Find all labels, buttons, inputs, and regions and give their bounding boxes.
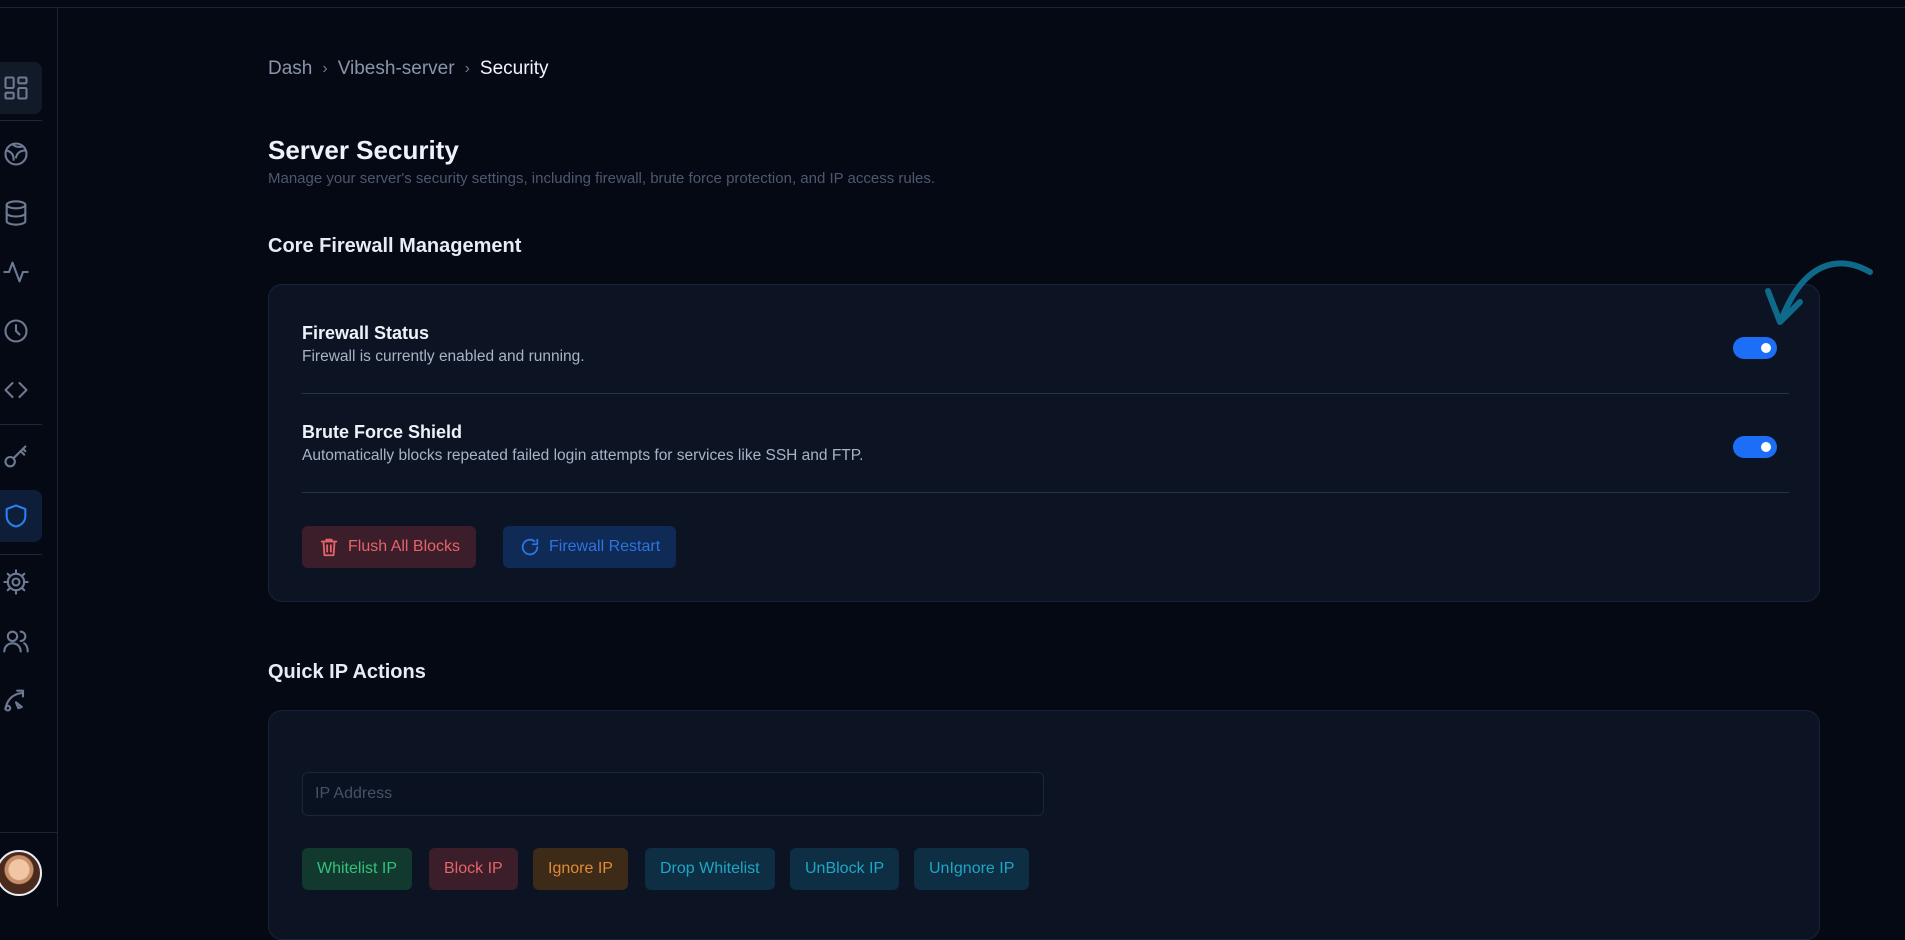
shield-icon [5, 504, 27, 528]
users-icon [3, 630, 29, 653]
chevron-right-icon: › [464, 60, 470, 77]
breadcrumb: Dash › Vibesh-server › Security [268, 58, 549, 80]
activity-icon [3, 261, 29, 283]
breadcrumb-item-server[interactable]: Vibesh-server [338, 58, 455, 80]
page-title: Server Security [268, 135, 459, 165]
flush-all-blocks-label: Flush All Blocks [348, 538, 461, 555]
settings-icon [3, 569, 29, 595]
ip-address-input[interactable] [302, 772, 1044, 816]
breadcrumb-item-dash[interactable]: Dash [268, 58, 312, 80]
deploy-icon [4, 689, 25, 712]
sidebar-item-databases[interactable] [0, 187, 42, 239]
sidebar-footer-divider [0, 832, 58, 833]
clock-icon [4, 319, 28, 343]
drop-whitelist-button[interactable]: Drop Whitelist [645, 848, 775, 890]
page-subtitle: Manage your server's security settings, … [268, 170, 936, 187]
breadcrumb-item-current: Security [479, 58, 549, 79]
row-divider [302, 393, 1789, 394]
sidebar-item-users[interactable] [0, 615, 42, 667]
trash-icon [320, 538, 338, 557]
firewall-status-toggle[interactable] [1733, 337, 1777, 359]
unignore-ip-button[interactable]: UnIgnore IP [914, 848, 1030, 890]
ip-section-title: Quick IP Actions [268, 661, 426, 683]
dashboard-icon [4, 76, 28, 100]
firewall-restart-label: Firewall Restart [549, 538, 661, 555]
globe-icon [4, 142, 28, 166]
brute-force-description: Automatically blocks repeated failed log… [302, 447, 864, 464]
firewall-card: Firewall Status Firewall is currently en… [268, 284, 1820, 602]
sidebar-divider [0, 120, 42, 121]
sidebar-item-settings[interactable] [0, 556, 42, 608]
key-icon [4, 445, 27, 468]
sidebar [0, 8, 58, 907]
firewall-section-title: Core Firewall Management [268, 235, 522, 257]
sidebar-item-code[interactable] [0, 364, 42, 416]
sidebar-divider [0, 424, 42, 425]
database-icon [5, 200, 27, 226]
row-divider [302, 492, 1789, 493]
block-ip-button[interactable]: Block IP [429, 848, 518, 890]
flush-all-blocks-button[interactable]: Flush All Blocks [302, 526, 477, 568]
firewall-restart-button[interactable]: Firewall Restart [503, 526, 677, 568]
main-content: Dash › Vibesh-server › Security Server S… [268, 0, 1828, 940]
brute-force-toggle[interactable] [1733, 436, 1777, 458]
ignore-ip-button[interactable]: Ignore IP [533, 848, 628, 890]
sidebar-item-dashboard[interactable] [0, 62, 42, 114]
sidebar-item-domains[interactable] [0, 128, 42, 180]
sidebar-item-security[interactable] [0, 490, 42, 542]
whitelist-ip-button[interactable]: Whitelist IP [302, 848, 413, 890]
sidebar-item-ssh-keys[interactable] [0, 431, 42, 483]
ip-actions-card: Whitelist IP Block IP Ignore IP Drop Whi… [268, 710, 1820, 940]
sidebar-item-deploy[interactable] [0, 674, 42, 726]
firewall-status-title: Firewall Status [302, 323, 430, 343]
sidebar-item-cron[interactable] [0, 305, 42, 357]
code-icon [4, 381, 28, 399]
annotation-arrow-icon [1765, 260, 1873, 325]
refresh-icon [521, 538, 539, 556]
unblock-ip-button[interactable]: UnBlock IP [790, 848, 900, 890]
chevron-right-icon: › [322, 60, 328, 77]
avatar[interactable] [0, 850, 42, 896]
sidebar-item-monitoring[interactable] [0, 246, 42, 298]
brute-force-title: Brute Force Shield [302, 422, 463, 442]
sidebar-divider [0, 554, 42, 555]
firewall-status-description: Firewall is currently enabled and runnin… [302, 348, 585, 365]
